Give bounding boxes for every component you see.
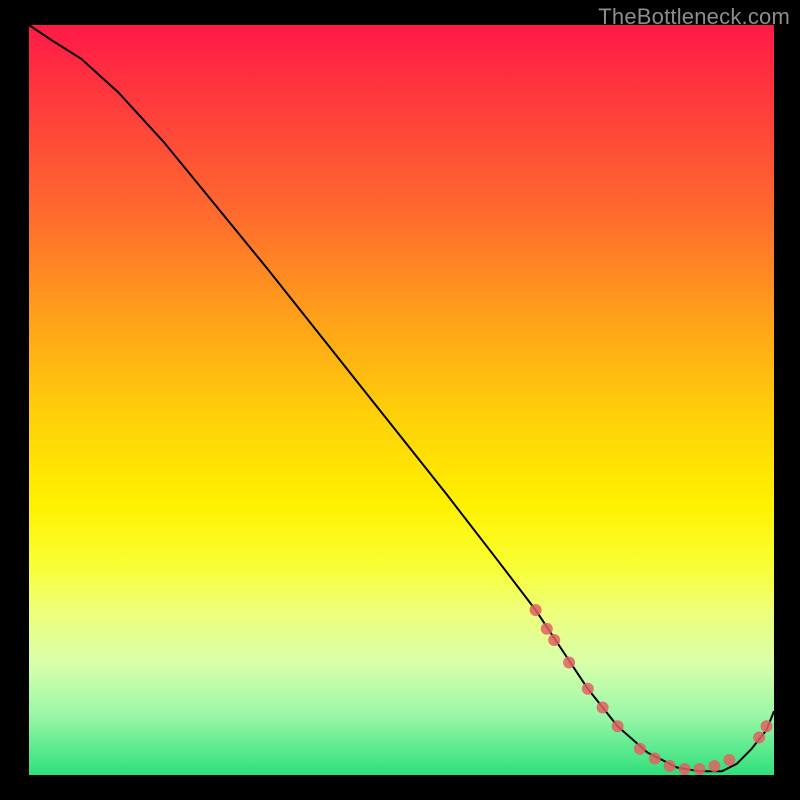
marker-group [530, 604, 773, 775]
data-marker [597, 702, 609, 714]
data-marker [761, 720, 773, 732]
data-marker [694, 763, 706, 775]
chart-svg [29, 25, 774, 775]
data-marker [708, 760, 720, 772]
data-marker [753, 732, 765, 744]
data-marker [664, 760, 676, 772]
data-marker [548, 634, 560, 646]
data-marker [541, 623, 553, 635]
data-marker [634, 743, 646, 755]
data-marker [679, 763, 691, 775]
data-marker [530, 604, 542, 616]
data-marker [649, 753, 661, 765]
watermark-text: TheBottleneck.com [598, 4, 790, 30]
line-series [29, 25, 774, 771]
plot-area [29, 25, 774, 775]
data-marker [612, 720, 624, 732]
chart-stage: TheBottleneck.com [0, 0, 800, 800]
data-marker [723, 754, 735, 766]
data-marker [582, 683, 594, 695]
data-marker [563, 657, 575, 669]
